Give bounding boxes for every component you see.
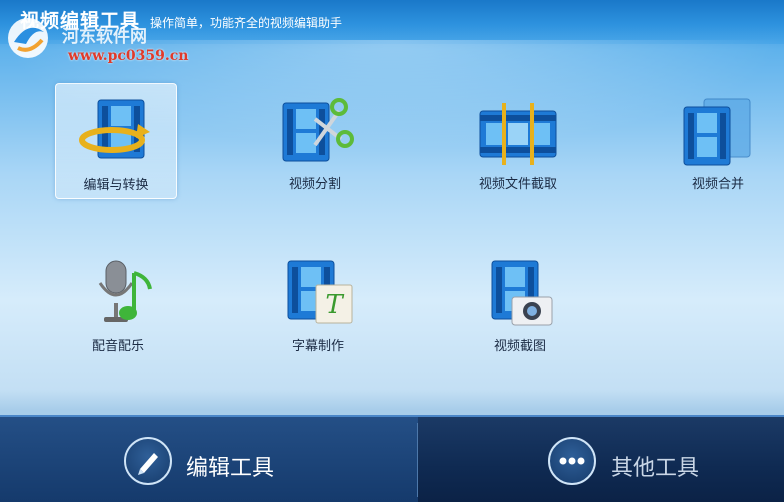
video-clip-icon [479, 103, 557, 165]
dub-music-icon [98, 260, 152, 322]
tab-edit-tools[interactable]: 编辑工具 [0, 417, 418, 502]
tool-video-merge[interactable]: 视频合并 [658, 83, 778, 197]
bottom-bar: 编辑工具 其他工具 [0, 415, 784, 502]
svg-text:T: T [325, 290, 344, 320]
tool-edit-convert[interactable]: 编辑与转换 [55, 83, 177, 199]
tool-label: 视频合并 [691, 177, 744, 192]
video-merge-icon [683, 98, 751, 166]
bottom-divider [417, 423, 418, 497]
subtitle-icon: T [287, 260, 353, 324]
tool-dub-music[interactable]: 配音配乐 [58, 245, 178, 359]
watermark-url: www.pc0359.cn [68, 48, 189, 64]
app-subtitle: 操作简单，功能齐全的视频编辑助手 [150, 16, 343, 30]
tab-other-tools[interactable]: 其他工具 [419, 417, 784, 502]
tab-edit-tools-label: 编辑工具 [186, 456, 275, 481]
tool-subtitle[interactable]: T 字幕制作 [258, 245, 378, 359]
more-dots-icon [548, 437, 596, 485]
tool-video-screenshot[interactable]: 视频截图 [460, 245, 580, 359]
tool-label: 编辑与转换 [83, 178, 149, 193]
tool-label: 视频文件截取 [478, 177, 557, 192]
watermark-site-name: 河东软件网 [62, 27, 147, 47]
tool-label: 字幕制作 [291, 339, 344, 354]
tool-label: 视频分割 [288, 177, 341, 192]
tool-video-split[interactable]: 视频分割 [255, 83, 375, 197]
edit-convert-icon [79, 99, 150, 159]
tool-video-clip[interactable]: 视频文件截取 [458, 83, 578, 197]
pencil-icon [124, 437, 172, 485]
watermark-logo-icon [8, 18, 48, 58]
video-split-icon [282, 98, 354, 162]
video-screenshot-icon [491, 260, 553, 326]
tool-label: 配音配乐 [91, 339, 144, 354]
tool-label: 视频截图 [493, 339, 546, 354]
tab-other-tools-label: 其他工具 [611, 456, 700, 481]
